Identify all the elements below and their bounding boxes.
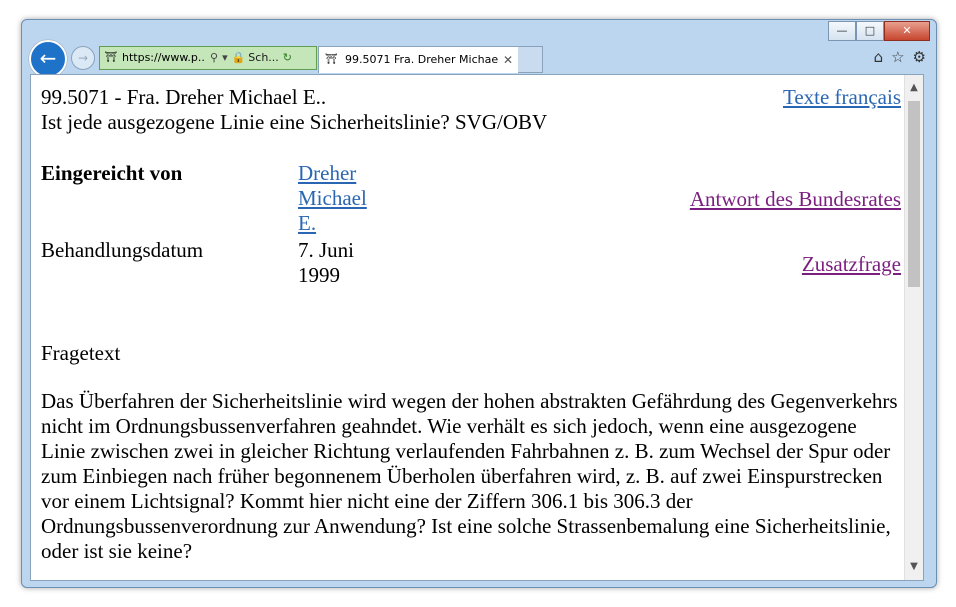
gear-icon[interactable]: ⚙ xyxy=(913,48,926,66)
scroll-down-icon[interactable]: ▼ xyxy=(905,558,923,576)
maximize-button[interactable]: □ xyxy=(856,21,884,41)
close-tab-icon[interactable]: ✕ xyxy=(503,47,513,73)
submitted-label: Eingereicht von xyxy=(41,161,183,185)
additional-question-link[interactable]: Zusatzfrage xyxy=(802,252,901,277)
lock-icon[interactable]: 🔒 xyxy=(232,47,246,69)
new-tab-button[interactable] xyxy=(518,46,543,73)
back-button[interactable]: ← xyxy=(29,40,67,78)
home-icon[interactable]: ⌂ xyxy=(874,48,884,66)
tab-favicon-icon: ⛩ xyxy=(325,54,338,65)
dropdown-icon[interactable]: ▾ xyxy=(222,47,228,69)
page-content: Texte français 99.5071 - Fra. Dreher Mic… xyxy=(41,85,901,563)
vertical-scrollbar[interactable]: ▲ ▼ xyxy=(904,75,923,580)
refresh-icon[interactable]: ↻ xyxy=(283,47,292,69)
submitter-link[interactable]: Dreher Michael E. xyxy=(298,161,367,235)
forward-button[interactable]: → xyxy=(71,46,95,70)
browser-window: — □ ✕ ← → ⛩ https://www.p.. ⚲ ▾ 🔒 Sch...… xyxy=(21,19,937,588)
forward-arrow-icon: → xyxy=(77,51,89,65)
window-controls: — □ ✕ xyxy=(828,21,930,41)
scroll-up-icon[interactable]: ▲ xyxy=(905,79,923,97)
toolbar-icons: ⌂ ☆ ⚙ xyxy=(874,48,926,66)
page-viewport: Texte français 99.5071 - Fra. Dreher Mic… xyxy=(30,74,924,581)
star-icon[interactable]: ☆ xyxy=(891,48,904,66)
date-label: Behandlungsdatum xyxy=(41,238,204,262)
tab-title: 99.5071 Fra. Dreher Michael... xyxy=(345,53,499,66)
question-label: Fragetext xyxy=(41,341,121,365)
french-version-link[interactable]: Texte français xyxy=(783,85,901,110)
tab-active[interactable]: ⛩ 99.5071 Fra. Dreher Michael... ✕ xyxy=(318,46,520,73)
scrollbar-thumb[interactable] xyxy=(908,101,920,287)
close-window-button[interactable]: ✕ xyxy=(884,21,930,41)
site-favicon-icon: ⛩ xyxy=(104,52,118,63)
federal-council-answer-link[interactable]: Antwort des Bundesrates xyxy=(690,187,901,212)
search-icon[interactable]: ⚲ xyxy=(210,47,218,69)
minimize-button[interactable]: — xyxy=(828,21,856,41)
submitter-cell: Dreher Michael E. xyxy=(298,161,388,236)
page-title-line1: 99.5071 - Fra. Dreher Michael E.. xyxy=(41,85,327,109)
question-text: Das Überfahren der Sicherheitslinie wird… xyxy=(41,389,898,563)
site-identity-label[interactable]: Sch... xyxy=(248,47,279,69)
page-title-line2: Ist jede ausgezogene Linie eine Sicherhe… xyxy=(41,110,548,134)
date-value: 7. Juni 1999 xyxy=(298,238,355,287)
address-url[interactable]: https://www.p.. xyxy=(122,47,206,69)
back-arrow-icon: ← xyxy=(39,46,57,70)
address-bar[interactable]: ⛩ https://www.p.. ⚲ ▾ 🔒 Sch... ↻ xyxy=(99,46,317,70)
